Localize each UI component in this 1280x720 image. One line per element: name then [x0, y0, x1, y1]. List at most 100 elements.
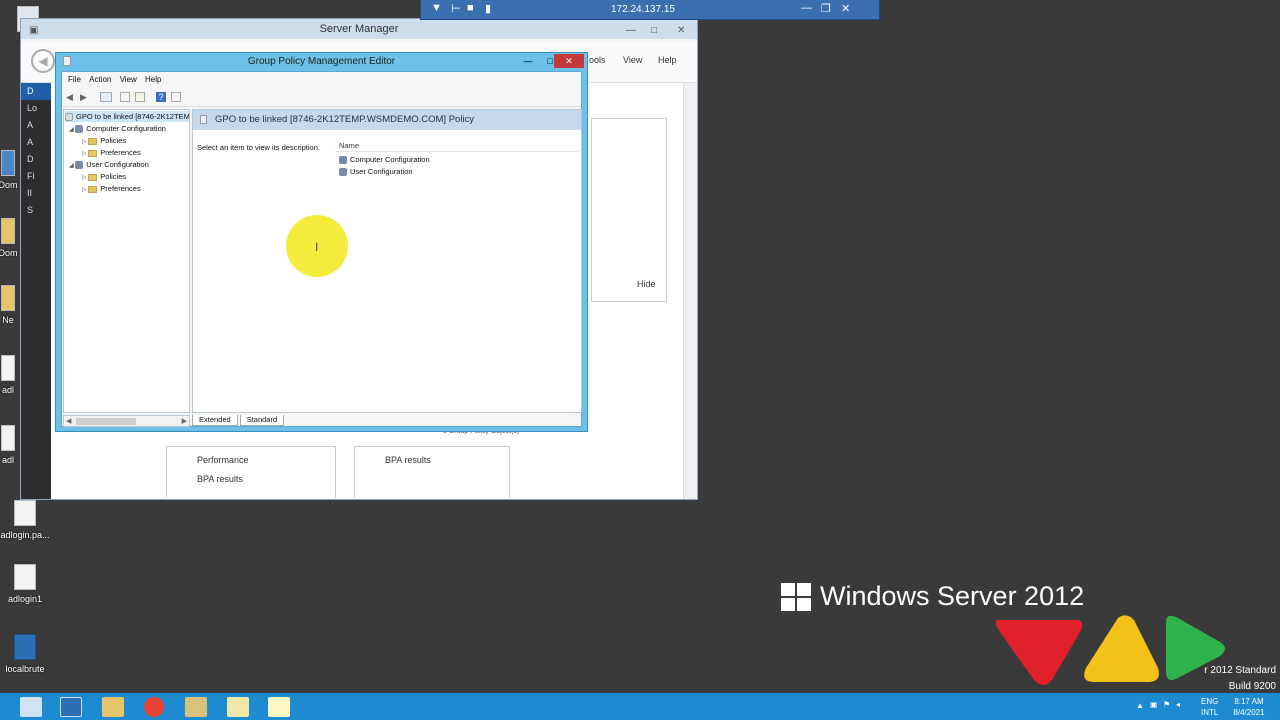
forward-icon[interactable]: ▶	[80, 92, 90, 102]
maximize-button[interactable]: □	[651, 21, 657, 41]
list-item-label: User Configuration	[350, 167, 413, 176]
welcome-panel: Hide	[591, 118, 667, 302]
chrome-taskbar-icon[interactable]	[144, 697, 164, 717]
back-icon[interactable]: ◀	[66, 92, 76, 102]
properties-icon[interactable]	[120, 92, 130, 102]
network-icon[interactable]: ▣	[1150, 700, 1158, 709]
close-button[interactable]: ✕	[841, 2, 850, 15]
logo-yellow-shape	[1084, 615, 1159, 682]
desktop-icon-label: adlogin1	[7, 594, 43, 604]
ad-tools-taskbar-icon[interactable]	[185, 697, 207, 717]
tree-label: Policies	[100, 172, 127, 181]
tree-item-computer-policies[interactable]: ▷ Policies	[82, 135, 126, 146]
app-icon: ▣	[29, 25, 39, 36]
speaker-icon[interactable]: ◂	[1176, 700, 1180, 709]
gpme-title: Group Policy Management Editor	[247, 56, 396, 67]
desktop-icon-adlogin-pa[interactable]: adlogin.pa...	[0, 500, 53, 540]
notepad-taskbar-icon[interactable]	[227, 697, 249, 717]
tile-2: BPA results	[354, 446, 510, 498]
notepad-taskbar-icon[interactable]	[268, 697, 290, 717]
file-explorer-taskbar-icon[interactable]	[102, 697, 124, 717]
tile-bpa-results[interactable]: BPA results	[197, 474, 243, 484]
file-icon	[1, 355, 15, 381]
tab-extended[interactable]: Extended	[192, 415, 238, 426]
sidebar-item-all[interactable]: A	[21, 117, 51, 134]
details-header-title: GPO to be linked [8746-2K12TEMP.WSMDEMO.…	[215, 114, 475, 125]
scroll-thumb[interactable]	[76, 418, 136, 425]
menu-tools[interactable]: ools	[589, 55, 606, 65]
list-item[interactable]: User Configuration	[339, 167, 413, 177]
tree-label: Computer Configuration	[86, 124, 166, 133]
folder-icon	[1, 218, 15, 244]
help-icon[interactable]: ?	[156, 92, 166, 102]
tree-item-gpo-root[interactable]: GPO to be linked [8746-2K12TEMP.WSMDEMO.…	[65, 111, 189, 122]
tray-expand-icon[interactable]: ▲	[1136, 701, 1144, 710]
sidebar-item-dns[interactable]: D	[21, 151, 51, 168]
powershell-taskbar-icon[interactable]	[60, 697, 82, 717]
lock-icon: ■	[467, 2, 474, 14]
pin-icon[interactable]: ⊢	[451, 2, 461, 15]
hide-link[interactable]: Hide	[637, 279, 656, 289]
clock[interactable]: 8:17 AM 8/4/2021	[1226, 696, 1272, 718]
minimize-button[interactable]: —	[801, 2, 812, 14]
taskbar: ▲ ▣ ⚑ ◂ ENG INTL 8:17 AM 8/4/2021	[0, 693, 1280, 720]
tree-item-user-preferences[interactable]: ▷ Preferences	[82, 183, 141, 194]
list-item[interactable]: Computer Configuration	[339, 155, 430, 165]
clock-date: 8/4/2021	[1233, 708, 1265, 717]
menu-action[interactable]: Action	[89, 75, 111, 84]
menu-help[interactable]: Help	[145, 75, 161, 84]
gpme-title-bar[interactable]: Group Policy Management Editor	[56, 53, 587, 71]
sidebar-item-dashboard[interactable]: D	[21, 83, 51, 100]
server-manager-title-bar[interactable]: Server Manager ▣ — □ ✕	[21, 19, 697, 39]
product-name: Windows Server 2012	[820, 581, 1085, 611]
chevron-down-icon[interactable]: ▼	[431, 2, 442, 14]
view-tabs: Extended Standard	[192, 415, 582, 427]
app-icon	[63, 56, 71, 66]
menu-file[interactable]: File	[68, 75, 81, 84]
language-indicator[interactable]: ENG INTL	[1201, 696, 1218, 718]
tab-standard[interactable]: Standard	[239, 415, 285, 426]
minimize-button[interactable]: —	[626, 21, 636, 41]
restore-button[interactable]: ❐	[821, 2, 831, 15]
scroll-right-icon[interactable]: ▶	[182, 417, 187, 425]
sidebar-item-local[interactable]: Lo	[21, 100, 51, 117]
tile-bpa-results[interactable]: BPA results	[385, 455, 431, 465]
sidebar-item-s[interactable]: S	[21, 202, 51, 219]
flag-icon[interactable]: ⚑	[1163, 700, 1170, 709]
menu-view[interactable]: View	[623, 55, 642, 65]
export-list-icon[interactable]	[135, 92, 145, 102]
sidebar-item-file[interactable]: Fi	[21, 168, 51, 185]
close-button[interactable]: ✕	[677, 21, 685, 41]
tree-item-computer-preferences[interactable]: ▷ Preferences	[82, 147, 141, 158]
desktop-icon-label: localbrute	[5, 664, 45, 674]
show-tree-icon[interactable]	[100, 92, 112, 102]
powershell-icon	[14, 634, 36, 660]
edition-watermark: r 2012 Standard Build 9200	[1160, 663, 1276, 695]
minimize-button[interactable]: —	[518, 54, 538, 68]
menu-view[interactable]: View	[120, 75, 137, 84]
policy-icon	[200, 115, 207, 124]
sidebar-item-iis[interactable]: II	[21, 185, 51, 202]
close-button[interactable]: ✕	[554, 54, 584, 68]
scroll-left-icon[interactable]: ◀	[66, 417, 71, 425]
folder-icon	[88, 185, 98, 193]
server-manager-taskbar-icon[interactable]	[20, 697, 42, 717]
desktop-icon-adlogin1[interactable]: adlogin1	[0, 564, 53, 604]
tree-item-user-configuration[interactable]: ◢ User Configuration	[69, 159, 149, 170]
computer-icon	[339, 156, 347, 165]
tree-item-computer-configuration[interactable]: ◢ Computer Configuration	[69, 123, 166, 134]
sidebar-item-ad[interactable]: A	[21, 134, 51, 151]
tree-root-label: GPO to be linked [8746-2K12TEMP.WSMDEMO.…	[76, 112, 189, 121]
server-manager-scrollbar[interactable]	[683, 83, 695, 499]
column-header-name[interactable]: Name	[335, 140, 579, 152]
computer-icon	[75, 125, 84, 134]
column-header-label: Name	[339, 141, 360, 150]
console-icon[interactable]	[171, 92, 181, 102]
tile-performance[interactable]: Performance	[197, 455, 249, 465]
menu-help[interactable]: Help	[658, 55, 677, 65]
tree-horizontal-scrollbar[interactable]: ◀ ▶	[63, 415, 190, 427]
desktop-icon-localbrute[interactable]: localbrute	[0, 634, 53, 674]
list-item-label: Computer Configuration	[350, 155, 430, 164]
back-arrow-icon[interactable]: ◀	[31, 49, 55, 73]
tree-item-user-policies[interactable]: ▷ Policies	[82, 171, 126, 182]
